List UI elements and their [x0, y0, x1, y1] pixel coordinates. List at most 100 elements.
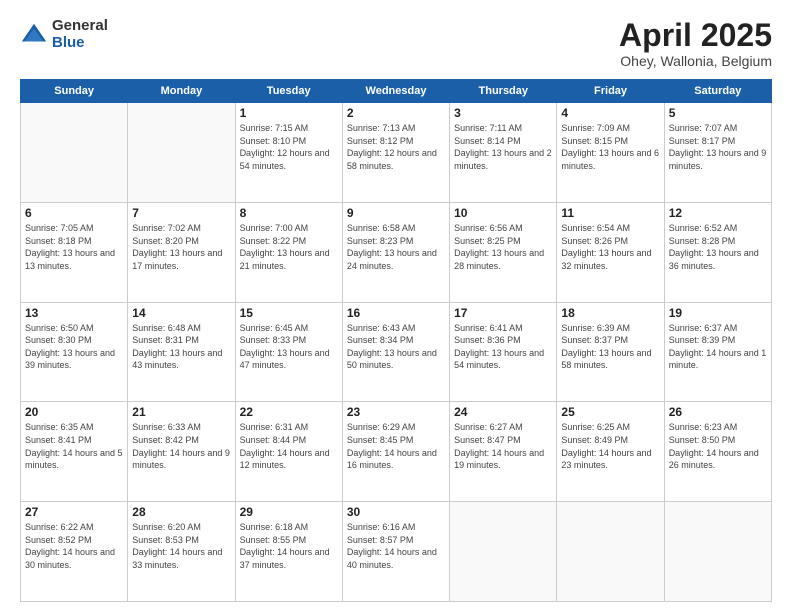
table-row: 28 Sunrise: 6:20 AM Sunset: 8:53 PM Dayli…	[128, 502, 235, 602]
calendar-week-3: 13 Sunrise: 6:50 AM Sunset: 8:30 PM Dayli…	[21, 302, 772, 402]
col-friday: Friday	[557, 80, 664, 103]
table-row: 9 Sunrise: 6:58 AM Sunset: 8:23 PM Daylig…	[342, 202, 449, 302]
calendar-week-2: 6 Sunrise: 7:05 AM Sunset: 8:18 PM Daylig…	[21, 202, 772, 302]
table-row: 3Sunrise: 7:11 AM Sunset: 8:14 PM Daylig…	[450, 103, 557, 203]
table-row: 5Sunrise: 7:07 AM Sunset: 8:17 PM Daylig…	[664, 103, 771, 203]
table-row	[557, 502, 664, 602]
calendar-week-4: 20 Sunrise: 6:35 AM Sunset: 8:41 PM Dayli…	[21, 402, 772, 502]
day-number: 11	[561, 206, 659, 220]
day-info: Sunrise: 6:50 AM Sunset: 8:30 PM Dayligh…	[25, 322, 123, 372]
logo: General Blue	[20, 18, 108, 51]
day-info: Sunrise: 7:11 AM Sunset: 8:14 PM Dayligh…	[454, 122, 552, 172]
table-row: 13 Sunrise: 6:50 AM Sunset: 8:30 PM Dayli…	[21, 302, 128, 402]
table-row: 6 Sunrise: 7:05 AM Sunset: 8:18 PM Daylig…	[21, 202, 128, 302]
table-row: 10 Sunrise: 6:56 AM Sunset: 8:25 PM Dayli…	[450, 202, 557, 302]
calendar-week-1: 1 Sunrise: 7:15 AM Sunset: 8:10 PM Daylig…	[21, 103, 772, 203]
day-info: Sunrise: 6:31 AM Sunset: 8:44 PM Dayligh…	[240, 421, 338, 471]
table-row: 19 Sunrise: 6:37 AM Sunset: 8:39 PM Dayli…	[664, 302, 771, 402]
day-number: 26	[669, 405, 767, 419]
table-row: 20 Sunrise: 6:35 AM Sunset: 8:41 PM Dayli…	[21, 402, 128, 502]
day-info: Sunrise: 6:20 AM Sunset: 8:53 PM Dayligh…	[132, 521, 230, 571]
table-row: 12Sunrise: 6:52 AM Sunset: 8:28 PM Dayli…	[664, 202, 771, 302]
col-tuesday: Tuesday	[235, 80, 342, 103]
table-row: 17Sunrise: 6:41 AM Sunset: 8:36 PM Dayli…	[450, 302, 557, 402]
col-wednesday: Wednesday	[342, 80, 449, 103]
table-row: 7 Sunrise: 7:02 AM Sunset: 8:20 PM Daylig…	[128, 202, 235, 302]
day-number: 19	[669, 306, 767, 320]
table-row: 21 Sunrise: 6:33 AM Sunset: 8:42 PM Dayli…	[128, 402, 235, 502]
table-row: 15 Sunrise: 6:45 AM Sunset: 8:33 PM Dayli…	[235, 302, 342, 402]
day-number: 13	[25, 306, 123, 320]
day-number: 28	[132, 505, 230, 519]
day-number: 25	[561, 405, 659, 419]
header: General Blue April 2025 Ohey, Wallonia, …	[20, 18, 772, 69]
table-row	[450, 502, 557, 602]
day-info: Sunrise: 6:54 AM Sunset: 8:26 PM Dayligh…	[561, 222, 659, 272]
day-number: 21	[132, 405, 230, 419]
day-info: Sunrise: 6:27 AM Sunset: 8:47 PM Dayligh…	[454, 421, 552, 471]
day-number: 8	[240, 206, 338, 220]
day-info: Sunrise: 6:45 AM Sunset: 8:33 PM Dayligh…	[240, 322, 338, 372]
day-number: 14	[132, 306, 230, 320]
table-row	[664, 502, 771, 602]
day-info: Sunrise: 6:22 AM Sunset: 8:52 PM Dayligh…	[25, 521, 123, 571]
table-row: 4Sunrise: 7:09 AM Sunset: 8:15 PM Daylig…	[557, 103, 664, 203]
day-info: Sunrise: 6:43 AM Sunset: 8:34 PM Dayligh…	[347, 322, 445, 372]
table-row: 27 Sunrise: 6:22 AM Sunset: 8:52 PM Dayli…	[21, 502, 128, 602]
day-info: Sunrise: 6:39 AM Sunset: 8:37 PM Dayligh…	[561, 322, 659, 372]
day-number: 23	[347, 405, 445, 419]
day-number: 27	[25, 505, 123, 519]
col-monday: Monday	[128, 80, 235, 103]
day-number: 2	[347, 106, 445, 120]
logo-icon	[20, 21, 48, 49]
calendar-header-row: Sunday Monday Tuesday Wednesday Thursday…	[21, 80, 772, 103]
day-info: Sunrise: 6:33 AM Sunset: 8:42 PM Dayligh…	[132, 421, 230, 471]
table-row: 22 Sunrise: 6:31 AM Sunset: 8:44 PM Dayli…	[235, 402, 342, 502]
day-number: 18	[561, 306, 659, 320]
day-number: 7	[132, 206, 230, 220]
day-info: Sunrise: 7:02 AM Sunset: 8:20 PM Dayligh…	[132, 222, 230, 272]
col-saturday: Saturday	[664, 80, 771, 103]
day-info: Sunrise: 7:05 AM Sunset: 8:18 PM Dayligh…	[25, 222, 123, 272]
calendar-table: Sunday Monday Tuesday Wednesday Thursday…	[20, 79, 772, 602]
title-month: April 2025	[619, 18, 772, 53]
table-row: 23 Sunrise: 6:29 AM Sunset: 8:45 PM Dayli…	[342, 402, 449, 502]
day-number: 16	[347, 306, 445, 320]
day-info: Sunrise: 7:13 AM Sunset: 8:12 PM Dayligh…	[347, 122, 445, 172]
day-number: 20	[25, 405, 123, 419]
day-number: 9	[347, 206, 445, 220]
day-number: 12	[669, 206, 767, 220]
table-row: 29Sunrise: 6:18 AM Sunset: 8:55 PM Dayli…	[235, 502, 342, 602]
table-row	[21, 103, 128, 203]
table-row: 18 Sunrise: 6:39 AM Sunset: 8:37 PM Dayli…	[557, 302, 664, 402]
day-info: Sunrise: 7:15 AM Sunset: 8:10 PM Dayligh…	[240, 122, 338, 172]
day-number: 10	[454, 206, 552, 220]
table-row: 8 Sunrise: 7:00 AM Sunset: 8:22 PM Daylig…	[235, 202, 342, 302]
day-number: 15	[240, 306, 338, 320]
table-row: 25 Sunrise: 6:25 AM Sunset: 8:49 PM Dayli…	[557, 402, 664, 502]
day-number: 22	[240, 405, 338, 419]
day-info: Sunrise: 6:58 AM Sunset: 8:23 PM Dayligh…	[347, 222, 445, 272]
logo-blue-label: Blue	[52, 35, 108, 52]
table-row: 1 Sunrise: 7:15 AM Sunset: 8:10 PM Daylig…	[235, 103, 342, 203]
day-info: Sunrise: 6:25 AM Sunset: 8:49 PM Dayligh…	[561, 421, 659, 471]
col-thursday: Thursday	[450, 80, 557, 103]
day-info: Sunrise: 6:56 AM Sunset: 8:25 PM Dayligh…	[454, 222, 552, 272]
day-number: 6	[25, 206, 123, 220]
logo-text: General Blue	[52, 18, 108, 51]
day-info: Sunrise: 6:35 AM Sunset: 8:41 PM Dayligh…	[25, 421, 123, 471]
day-number: 5	[669, 106, 767, 120]
day-info: Sunrise: 7:00 AM Sunset: 8:22 PM Dayligh…	[240, 222, 338, 272]
table-row: 16 Sunrise: 6:43 AM Sunset: 8:34 PM Dayli…	[342, 302, 449, 402]
title-location: Ohey, Wallonia, Belgium	[619, 53, 772, 69]
title-block: April 2025 Ohey, Wallonia, Belgium	[619, 18, 772, 69]
day-number: 1	[240, 106, 338, 120]
table-row: 24Sunrise: 6:27 AM Sunset: 8:47 PM Dayli…	[450, 402, 557, 502]
day-info: Sunrise: 6:16 AM Sunset: 8:57 PM Dayligh…	[347, 521, 445, 571]
table-row: 30Sunrise: 6:16 AM Sunset: 8:57 PM Dayli…	[342, 502, 449, 602]
logo-general-label: General	[52, 18, 108, 35]
day-info: Sunrise: 6:37 AM Sunset: 8:39 PM Dayligh…	[669, 322, 767, 372]
table-row: 2 Sunrise: 7:13 AM Sunset: 8:12 PM Daylig…	[342, 103, 449, 203]
day-number: 29	[240, 505, 338, 519]
day-info: Sunrise: 6:29 AM Sunset: 8:45 PM Dayligh…	[347, 421, 445, 471]
